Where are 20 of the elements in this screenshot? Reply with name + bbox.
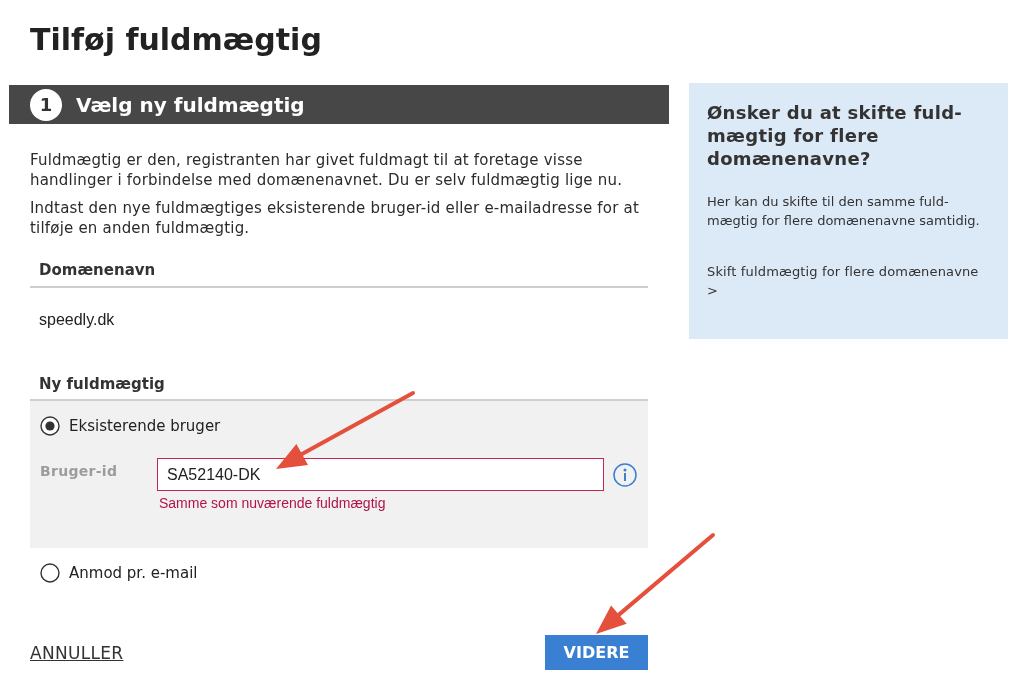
radio-label[interactable]: Anmod pr. e-mail bbox=[69, 562, 198, 584]
domain-name: speedly.dk bbox=[38, 310, 116, 330]
step-number: 1 bbox=[30, 88, 62, 121]
sidebar-link[interactable]: Skift fuldmægtig for flere domænenavne > bbox=[707, 262, 984, 300]
error-message: Samme som nuværende fuldmægtig bbox=[158, 495, 387, 512]
intro-text: Indtast den nye fuldmægtiges eksisterende bruger-id eller e-mailadresse for at tilføje en anden fuldmægtig. bbox=[30, 198, 641, 238]
user-id-field[interactable]: SA52140-DK bbox=[157, 458, 604, 491]
field-label: Bruger-id bbox=[40, 462, 119, 481]
section-heading: Domænenavn bbox=[30, 260, 648, 288]
continue-button[interactable]: VIDERE bbox=[545, 635, 648, 670]
radio-button-checked[interactable] bbox=[40, 416, 60, 436]
sidebar-text: Her kan du skifte til den samme fuld-mægtig for flere domænenavne samtidig. bbox=[707, 193, 981, 230]
radio-label[interactable]: Eksisterende bruger bbox=[69, 415, 221, 437]
step-title: Vælg ny fuldmægtig bbox=[76, 91, 305, 118]
intro-text: Fuldmægtig er den, registranten har givet fuldmagt til at foretage visse handlinger i forbindelse med domænenavnet. Du er selv fuldmægtig lige nu. bbox=[30, 150, 624, 190]
page-title: Tilføj fuldmægtig bbox=[30, 23, 322, 57]
radio-button[interactable] bbox=[40, 563, 60, 583]
info-icon[interactable] bbox=[613, 462, 637, 487]
sidebar-heading: Ønsker du at skifte fuld-mægtig for flere domænenavne? bbox=[707, 101, 964, 170]
cancel-link[interactable]: ANNULLER bbox=[30, 642, 124, 663]
